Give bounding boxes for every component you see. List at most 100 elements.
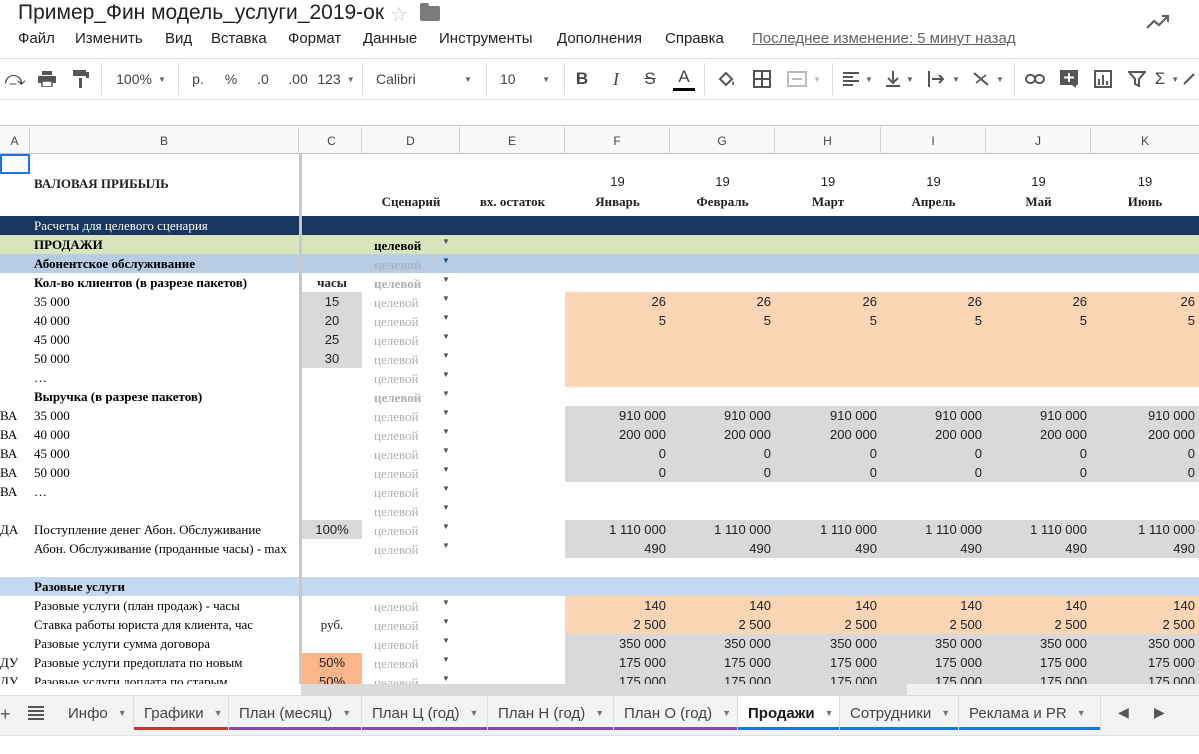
- scenario-select[interactable]: целевой: [374, 428, 419, 444]
- sheet-tab[interactable]: Графики ▼: [134, 696, 229, 730]
- row-label[interactable]: Выручка (в разрезе пакетов): [34, 389, 314, 405]
- filter-icon[interactable]: [1124, 59, 1150, 99]
- activity-trend-icon[interactable]: [1145, 12, 1171, 32]
- value-cell[interactable]: 200 000: [775, 427, 881, 442]
- column-header-a[interactable]: A: [0, 127, 30, 154]
- value-cell[interactable]: 200 000: [670, 427, 775, 442]
- value-cell[interactable]: 350 000: [881, 636, 986, 651]
- spreadsheet-grid[interactable]: ВАЛОВАЯ ПРИБЫЛЬ Сценарий вх. остаток 19 Я…: [0, 154, 1199, 684]
- star-icon[interactable]: ☆: [390, 2, 408, 27]
- value-cell[interactable]: 0: [881, 465, 986, 480]
- column-header-g[interactable]: G: [670, 127, 775, 154]
- value-cell[interactable]: 26: [881, 294, 986, 309]
- value-cell[interactable]: 175 000: [565, 674, 670, 684]
- scenario-select[interactable]: целевой: [374, 238, 421, 254]
- dropdown-arrow-icon[interactable]: ▼: [442, 389, 450, 398]
- selected-cell[interactable]: [0, 154, 30, 174]
- value-cell[interactable]: 0: [565, 465, 670, 480]
- row-label[interactable]: Кол-во клиентов (в разрезе пакетов): [34, 275, 314, 291]
- value-cell[interactable]: 175 000: [565, 655, 670, 670]
- scrollbar-thumb[interactable]: [301, 684, 907, 695]
- cell-c[interactable]: 20: [302, 313, 362, 328]
- column-header-b[interactable]: B: [30, 127, 299, 154]
- row-label[interactable]: 35 000: [34, 408, 314, 424]
- dropdown-arrow-icon[interactable]: ▼: [442, 275, 450, 284]
- dropdown-arrow-icon[interactable]: ▼: [442, 294, 450, 303]
- value-cell[interactable]: 5: [881, 313, 986, 328]
- row-label[interactable]: Ставка работы юриста для клиента, час: [34, 617, 314, 633]
- text-color-button[interactable]: A: [672, 59, 696, 99]
- scroll-tabs-left-icon[interactable]: ◀: [1118, 704, 1129, 721]
- value-cell[interactable]: 200 000: [565, 427, 670, 442]
- menu-help[interactable]: Справка: [665, 30, 724, 47]
- value-cell[interactable]: 175 000: [775, 674, 881, 684]
- column-header-i[interactable]: I: [881, 127, 986, 154]
- row-label[interactable]: Разовые услуги предоплата по новым: [34, 655, 314, 671]
- last-edit-link[interactable]: Последнее изменение: 5 минут назад: [752, 30, 1016, 47]
- value-cell[interactable]: 26: [1091, 294, 1199, 309]
- sheet-menu-icon[interactable]: ▼: [722, 708, 731, 718]
- paint-format-icon[interactable]: [68, 59, 94, 99]
- value-cell[interactable]: 175 000: [775, 655, 881, 670]
- cell-c[interactable]: часы: [302, 275, 362, 291]
- sheet-tab[interactable]: Инфо ▼: [58, 696, 134, 730]
- dropdown-arrow-icon[interactable]: ▼: [442, 332, 450, 341]
- column-header-k[interactable]: K: [1091, 127, 1199, 154]
- frozen-column-divider[interactable]: [299, 154, 302, 684]
- cell-a[interactable]: ДУ: [0, 674, 30, 684]
- dropdown-arrow-icon[interactable]: ▼: [442, 237, 450, 246]
- sheet-menu-icon[interactable]: ▼: [595, 708, 604, 718]
- sheet-menu-icon[interactable]: ▼: [118, 708, 127, 718]
- sheet-menu-icon[interactable]: ▼: [342, 708, 351, 718]
- column-header-h[interactable]: H: [775, 127, 881, 154]
- dropdown-arrow-icon[interactable]: ▼: [442, 446, 450, 455]
- cell-a[interactable]: ДА: [0, 522, 30, 538]
- scenario-select[interactable]: целевой: [374, 314, 419, 330]
- value-cell[interactable]: 0: [565, 446, 670, 461]
- cell-c[interactable]: 100%: [302, 522, 362, 537]
- scenario-select[interactable]: целевой: [374, 295, 419, 311]
- value-cell[interactable]: 175 000: [670, 674, 775, 684]
- sheet-menu-icon[interactable]: ▼: [214, 708, 223, 718]
- row-label[interactable]: Разовые услуги сумма договора: [34, 636, 314, 652]
- sheet-tab[interactable]: Сотрудники ▼: [840, 696, 959, 730]
- value-cell[interactable]: 0: [670, 465, 775, 480]
- value-cell[interactable]: 490: [775, 541, 881, 556]
- value-cell[interactable]: 1 110 000: [565, 522, 670, 537]
- borders-icon[interactable]: [750, 59, 774, 99]
- value-cell[interactable]: 910 000: [565, 408, 670, 423]
- row-label[interactable]: 50 000: [34, 351, 314, 367]
- value-cell[interactable]: 5: [1091, 313, 1199, 328]
- sheet-menu-icon[interactable]: ▼: [470, 708, 479, 718]
- fill-color-icon[interactable]: [714, 59, 738, 99]
- sheet-menu-icon[interactable]: ▼: [941, 708, 950, 718]
- document-title[interactable]: Пример_Фин модель_услуги_2019-ок: [18, 1, 384, 25]
- font-family-select[interactable]: Calibri ▼: [370, 59, 478, 99]
- value-cell[interactable]: 140: [565, 598, 670, 613]
- value-cell[interactable]: 200 000: [1091, 427, 1199, 442]
- value-cell[interactable]: 1 110 000: [986, 522, 1091, 537]
- row-label[interactable]: ПРОДАЖИ: [34, 237, 314, 253]
- value-cell[interactable]: 350 000: [1091, 636, 1199, 651]
- horizontal-align-icon[interactable]: ▼: [840, 59, 876, 99]
- value-cell[interactable]: 910 000: [775, 408, 881, 423]
- value-cell[interactable]: 5: [775, 313, 881, 328]
- row-label[interactable]: …: [34, 370, 314, 386]
- value-cell[interactable]: 0: [775, 446, 881, 461]
- row-label[interactable]: Поступление денег Абон. Обслуживание: [34, 522, 314, 538]
- dropdown-arrow-icon[interactable]: ▼: [442, 522, 450, 531]
- value-cell[interactable]: 140: [670, 598, 775, 613]
- value-cell[interactable]: 26: [775, 294, 881, 309]
- scenario-select[interactable]: целевой: [374, 504, 419, 520]
- column-header-e[interactable]: E: [460, 127, 565, 154]
- folder-icon[interactable]: [420, 3, 440, 21]
- sheet-tab[interactable]: План Н (год) ▼: [488, 696, 614, 730]
- value-cell[interactable]: 490: [881, 541, 986, 556]
- dropdown-arrow-icon[interactable]: ▼: [442, 408, 450, 417]
- sheet-tab[interactable]: План Ц (год) ▼: [362, 696, 488, 730]
- cell-a[interactable]: ВА: [0, 446, 30, 462]
- dropdown-arrow-icon[interactable]: ▼: [442, 427, 450, 436]
- value-cell[interactable]: 200 000: [881, 427, 986, 442]
- value-cell[interactable]: 2 500: [881, 617, 986, 632]
- value-cell[interactable]: 350 000: [670, 636, 775, 651]
